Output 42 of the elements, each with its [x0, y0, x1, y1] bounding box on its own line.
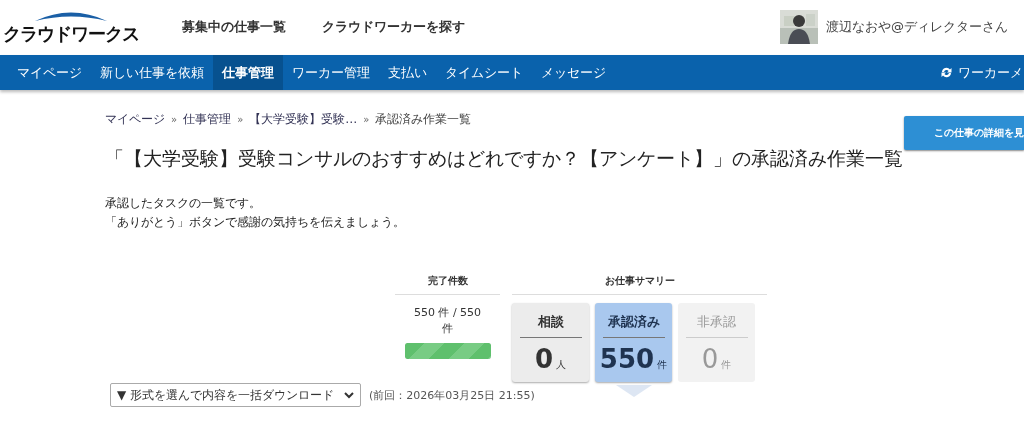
card-count: 550 [599, 344, 655, 374]
page-title: 「【大学受験】受験コンサルのおすすめはどれですか？【アンケート】」の承認済み作業一覧 [105, 146, 904, 171]
nav-tab[interactable]: メッセージ [532, 55, 615, 90]
card-count: 0 [701, 344, 719, 374]
summary-card[interactable]: 承認済み 550 件 [595, 303, 672, 382]
breadcrumb-separator-icon: » [237, 114, 244, 125]
column-heading: お仕事サマリー [512, 274, 767, 295]
breadcrumb-link[interactable]: 【大学受験】受験… [249, 111, 358, 128]
card-label: 相談 [519, 313, 582, 338]
completed-count: 550 件 / 550 件 [412, 305, 483, 337]
chevron-icon [344, 391, 355, 399]
nav-tab[interactable]: 支払い [379, 55, 436, 90]
nav-tab[interactable]: 新しい仕事を依頼 [91, 55, 213, 90]
card-label: 承認済み [602, 313, 665, 338]
card-unit: 件 [721, 358, 732, 372]
header-link[interactable]: 募集中の仕事一覧 [182, 17, 286, 36]
last-download-time: (前回：2026年03月25日 21:55) [369, 387, 535, 403]
card-label: 非承認 [685, 313, 748, 338]
card-unit: 人 [556, 358, 567, 372]
nav-tab[interactable]: 仕事管理 [213, 55, 283, 90]
download-select[interactable]: ▼ 形式を選んで内容を一括ダウンロード [110, 383, 362, 407]
switch-link[interactable]: ワーカーメ [940, 55, 1023, 90]
card-unit: 件 [657, 358, 668, 372]
nav-tab[interactable]: ワーカー管理 [283, 55, 379, 90]
description-text: 承認したタスクの一覧です。 [105, 195, 262, 212]
logo[interactable]: クラウドワークス [3, 21, 139, 46]
breadcrumb-separator-icon: » [363, 114, 370, 125]
summary-card[interactable]: 相談 0 人 [512, 303, 589, 382]
job-detail-button[interactable]: この仕事の詳細を見 [904, 116, 1024, 150]
column-heading: 完了件数 [395, 274, 500, 295]
nav-tab[interactable]: タイムシート [436, 55, 532, 90]
breadcrumb-separator-icon: » [171, 114, 178, 125]
refresh-icon [940, 66, 953, 79]
header-link[interactable]: クラウドワーカーを探す [322, 17, 465, 36]
breadcrumb-current: 承認済み作業一覧 [375, 111, 472, 128]
pointer-icon [615, 385, 652, 397]
description-text: 「ありがとう」ボタンで感謝の気持ちを伝えましょう。 [105, 214, 406, 231]
breadcrumb-link[interactable]: マイページ [105, 111, 165, 128]
card-count: 0 [534, 344, 554, 374]
breadcrumb-link[interactable]: 仕事管理 [183, 111, 232, 128]
user-name[interactable]: 渡辺なおや@ディレクターさん [826, 17, 1008, 36]
nav-tab[interactable]: マイページ [8, 55, 91, 90]
